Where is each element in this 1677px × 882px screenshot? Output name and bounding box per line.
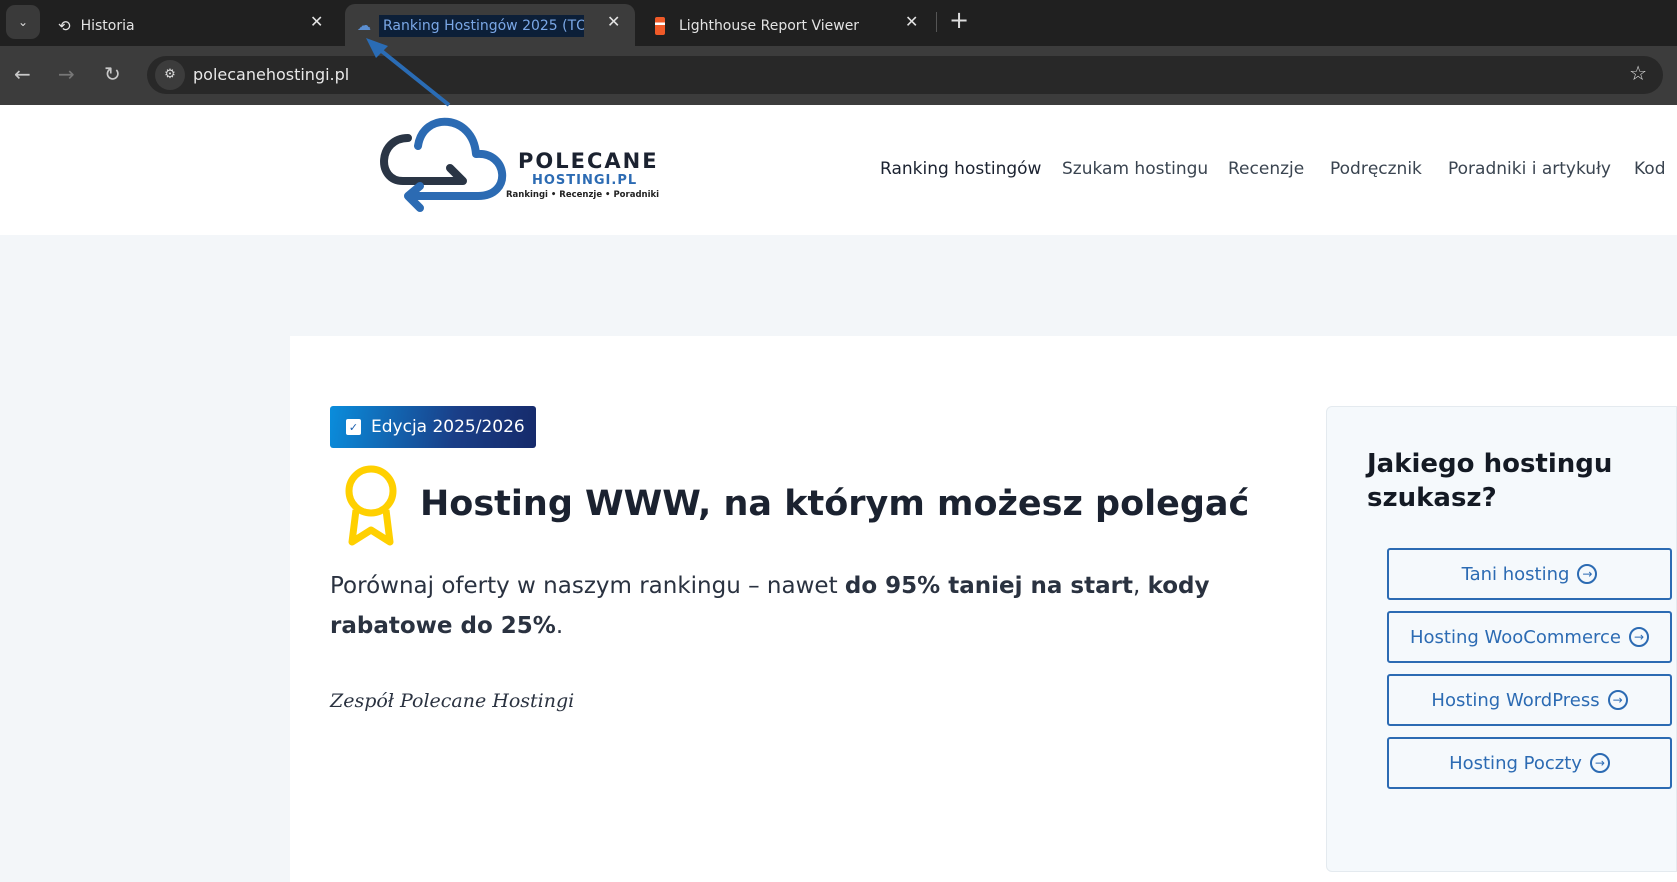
arrow-circle-icon: →	[1589, 753, 1610, 773]
finder-title: Jakiego hostingu szukasz?	[1367, 449, 1613, 513]
logo-text-polecane: POLECANE	[518, 149, 659, 173]
nav-podrecznik[interactable]: Podręcznik	[1330, 159, 1422, 179]
tab-historia[interactable]: ⟲ Historia	[58, 6, 298, 46]
bookmark-star-icon[interactable]: ☆	[1629, 61, 1647, 85]
close-tab-button[interactable]: ✕	[905, 12, 918, 31]
tab-ranking-label[interactable]: ☁ Ranking Hostingów 2025 (TOP	[357, 6, 597, 46]
edition-badge: ✓ Edycja 2025/2026	[330, 406, 536, 448]
lead-paragraph: Porównaj oferty w naszym rankingu – nawe…	[330, 573, 1210, 639]
page-title: Hosting WWW, na którym możesz polegać	[420, 484, 1250, 524]
nav-ranking[interactable]: Ranking hostingów	[880, 159, 1041, 179]
cloud-logo-icon	[380, 117, 507, 212]
nav-poradniki[interactable]: Poradniki i artykuły	[1448, 159, 1611, 179]
tab-divider	[936, 12, 937, 32]
url-text[interactable]: polecanehostingi.pl	[193, 65, 349, 84]
site-header	[0, 105, 1677, 235]
arrow-circle-icon: →	[1577, 564, 1598, 584]
site-settings-icon[interactable]: ⚙	[155, 60, 185, 90]
reload-button[interactable]: ↻	[104, 62, 121, 86]
cloud-favicon: ☁	[357, 18, 371, 34]
arrow-circle-icon: →	[1629, 627, 1649, 647]
tab-search-button[interactable]: ⌄	[6, 5, 40, 39]
signature: Zespół Polecane Hostingi	[330, 690, 575, 712]
nav-kod[interactable]: Kod	[1634, 159, 1666, 179]
close-tab-button[interactable]: ✕	[607, 12, 620, 31]
tab-strip: ⌄ ⟲ Historia ✕ ☁ Ranking Hostingów 2025 …	[0, 0, 1677, 46]
forward-button[interactable]: →	[58, 62, 75, 86]
hosting-poczty-button[interactable]: Hosting Poczty →	[1387, 737, 1672, 789]
nav-szukam[interactable]: Szukam hostingu	[1062, 159, 1208, 179]
award-icon	[345, 465, 397, 546]
tab-lighthouse[interactable]: Lighthouse Report Viewer	[655, 6, 895, 46]
address-bar[interactable]: ⚙ polecanehostingi.pl ☆	[147, 56, 1663, 94]
site-logo[interactable]: POLECANE HOSTINGI.PL Rankingi • Recenzje…	[368, 116, 668, 221]
nav-recenzje[interactable]: Recenzje	[1228, 159, 1304, 179]
history-icon: ⟲	[58, 17, 71, 35]
close-tab-button[interactable]: ✕	[310, 12, 323, 31]
back-button[interactable]: ←	[14, 62, 31, 86]
hosting-finder-box: Jakiego hostingu szukasz? Tani hosting → …	[1326, 406, 1677, 872]
hosting-woocommerce-button[interactable]: Hosting WooCommerce →	[1387, 611, 1672, 663]
arrow-circle-icon: →	[1607, 690, 1628, 710]
new-tab-button[interactable]: +	[949, 6, 969, 34]
calendar-check-icon: ✓	[346, 419, 361, 435]
logo-tagline: Rankingi • Recenzje • Poradniki	[506, 190, 660, 200]
tani-hosting-button[interactable]: Tani hosting →	[1387, 548, 1672, 600]
hosting-wordpress-button[interactable]: Hosting WordPress →	[1387, 674, 1672, 726]
lighthouse-icon	[655, 17, 665, 35]
logo-text-hostingi: HOSTINGI.PL	[532, 173, 638, 188]
